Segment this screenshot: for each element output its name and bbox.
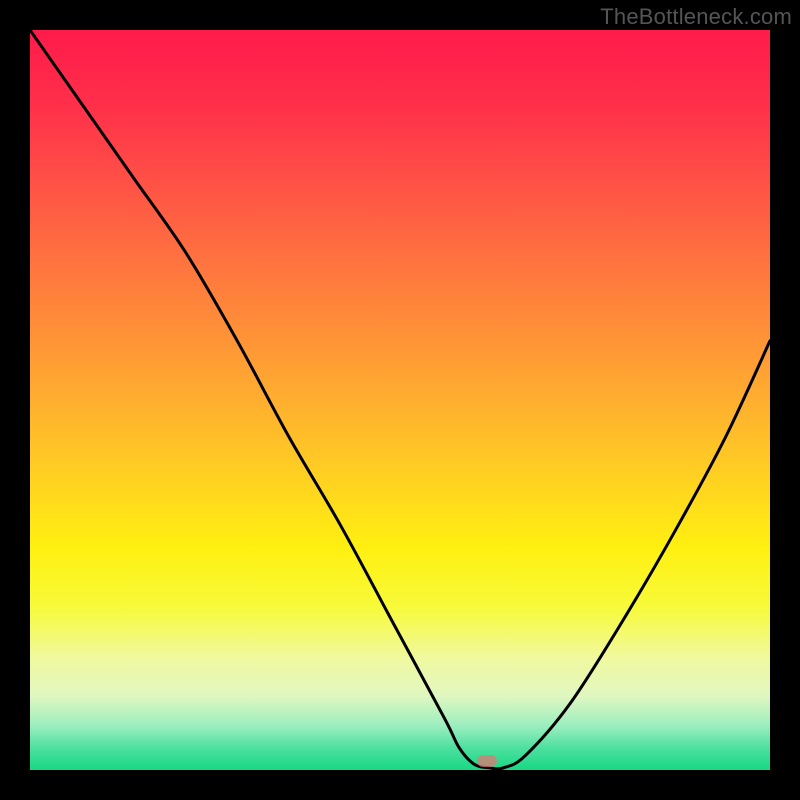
gradient-background — [30, 30, 770, 770]
plot-area — [30, 30, 770, 770]
watermark-text: TheBottleneck.com — [600, 4, 792, 30]
bottleneck-chart — [30, 30, 770, 770]
highlight-marker — [477, 755, 497, 767]
chart-container: TheBottleneck.com — [0, 0, 800, 800]
